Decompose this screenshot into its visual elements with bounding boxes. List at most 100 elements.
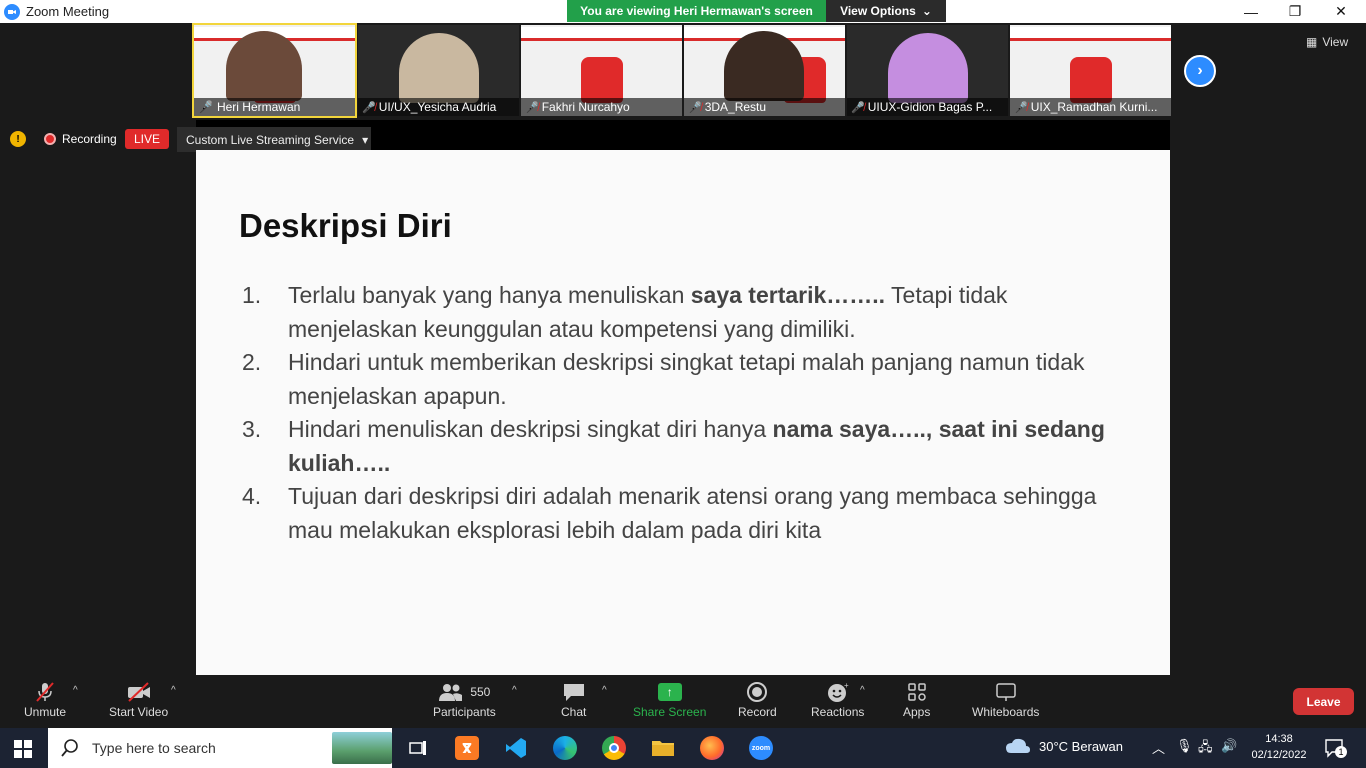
chevron-down-icon: ⌄ xyxy=(921,4,932,18)
restore-button[interactable]: ❐ xyxy=(1272,0,1318,23)
shared-slide: Deskripsi Diri 1. Terlalu banyak yang ha… xyxy=(196,150,1170,675)
start-video-button[interactable]: Start Video xyxy=(109,679,168,719)
system-clock[interactable]: 14:38 02/12/2022 xyxy=(1249,731,1309,763)
participant-tile[interactable]: 🎤̸ Fakhri Nurcahyo xyxy=(521,25,682,116)
chat-icon xyxy=(562,679,586,705)
mic-muted-icon: 🎤̸ xyxy=(1014,101,1028,114)
participant-name: 🎤̸ Fakhri Nurcahyo xyxy=(521,98,682,116)
participant-name: 🎤̸ 3DA_Restu xyxy=(684,98,845,116)
list-item: 4. Tujuan dari deskripsi diri adalah men… xyxy=(242,483,1097,543)
video-options-caret[interactable]: ^ xyxy=(171,685,176,696)
participant-tile[interactable]: 🎤̸ UIX_Ramadhan Kurni... xyxy=(1010,25,1171,116)
viewing-banner: You are viewing Heri Hermawan's screen xyxy=(567,0,826,22)
list-item: 1. Terlalu banyak yang hanya menuliskan … xyxy=(242,282,1008,342)
participant-video xyxy=(398,33,479,103)
network-icon[interactable]: 🖧 xyxy=(1198,738,1213,760)
participants-caret[interactable]: ^ xyxy=(512,685,517,696)
view-options-button[interactable]: View Options ⌄ xyxy=(826,0,946,22)
participant-gallery: 🎤 Heri Hermawan 🎤̸ UI/UX_Yesicha Audria … xyxy=(0,23,1366,120)
record-icon xyxy=(746,679,768,705)
zoom-logo-icon xyxy=(4,3,20,20)
microphone-icon[interactable]: 🎙 xyxy=(1176,738,1193,754)
chair-image xyxy=(581,57,623,103)
participant-video xyxy=(226,31,302,101)
meeting-toolbar: Unmute ^ Start Video ^ 550 Participants … xyxy=(0,675,1366,728)
share-screen-button[interactable]: ↑ Share Screen xyxy=(633,679,706,719)
firefox-icon[interactable] xyxy=(698,734,726,762)
audio-options-caret[interactable]: ^ xyxy=(73,685,78,696)
stream-service-dropdown[interactable]: Custom Live Streaming Service ▾ xyxy=(177,127,371,152)
recording-indicator[interactable]: Recording xyxy=(44,132,117,146)
record-dot-icon xyxy=(44,133,56,145)
title-bar: Zoom Meeting You are viewing Heri Hermaw… xyxy=(0,0,1366,23)
mic-muted-icon: 🎤̸ xyxy=(688,101,702,114)
slide-title: Deskripsi Diri xyxy=(239,207,452,244)
participants-button[interactable]: 550 Participants xyxy=(433,679,496,719)
view-button[interactable]: ▦ View xyxy=(1306,35,1348,49)
search-highlight-image xyxy=(332,732,392,764)
mic-muted-icon: 🎤̸ xyxy=(525,101,539,114)
participant-tile[interactable]: 🎤 Heri Hermawan xyxy=(192,23,357,118)
task-view-icon[interactable] xyxy=(404,734,432,762)
participant-tile[interactable]: 🎤̸ 3DA_Restu xyxy=(684,25,845,116)
notification-center-icon[interactable]: 1 xyxy=(1324,738,1347,763)
whiteboards-button[interactable]: Whiteboards xyxy=(972,679,1039,719)
chevron-up-icon[interactable]: ︿ xyxy=(1152,738,1165,757)
svg-text:+: + xyxy=(844,681,849,690)
participant-name: 🎤̸ UIUX-Gidion Bagas P... xyxy=(847,98,1008,116)
mic-muted-icon xyxy=(34,679,56,705)
participant-video xyxy=(887,33,968,103)
chair-image xyxy=(1070,57,1112,103)
chat-button[interactable]: Chat xyxy=(561,679,586,719)
chevron-right-icon: › xyxy=(1197,62,1203,79)
chat-caret[interactable]: ^ xyxy=(602,685,607,696)
weather-widget[interactable]: 30°C Berawan xyxy=(1005,737,1123,755)
participant-name: 🎤̸ UIX_Ramadhan Kurni... xyxy=(1010,98,1171,116)
live-badge[interactable]: LIVE xyxy=(125,129,169,149)
next-page-button[interactable]: › xyxy=(1184,55,1216,87)
participant-tile[interactable]: 🎤̸ UIUX-Gidion Bagas P... xyxy=(847,25,1008,116)
mic-muted-icon: 🎤̸ xyxy=(362,101,376,114)
list-item: 3. Hindari menuliskan deskripsi singkat … xyxy=(242,416,1105,476)
record-button[interactable]: Record xyxy=(738,679,777,719)
xampp-icon[interactable]: ⴳ xyxy=(453,734,481,762)
smiley-icon: + xyxy=(826,679,850,705)
taskbar-search-box[interactable]: Type here to search xyxy=(48,728,392,768)
volume-icon[interactable]: 🔊 xyxy=(1221,738,1237,754)
close-button[interactable]: ✕ xyxy=(1318,0,1364,23)
whiteboard-icon xyxy=(994,679,1018,705)
slide-list: 1. Terlalu banyak yang hanya menuliskan … xyxy=(242,279,1132,547)
leave-button[interactable]: Leave xyxy=(1293,688,1354,715)
windows-taskbar: Type here to search ⴳ zoom 30°C Berawan … xyxy=(0,728,1366,768)
participant-tile[interactable]: 🎤̸ UI/UX_Yesicha Audria xyxy=(358,25,519,116)
zoom-app-icon[interactable]: zoom xyxy=(747,734,775,762)
list-item: 2. Hindari untuk memberikan deskripsi si… xyxy=(242,349,1085,409)
window-title: Zoom Meeting xyxy=(26,4,110,19)
share-arrow-icon: ↑ xyxy=(657,683,682,701)
reactions-button[interactable]: + Reactions xyxy=(811,679,864,719)
chrome-icon[interactable] xyxy=(600,734,628,762)
apps-icon xyxy=(906,679,928,705)
mic-muted-icon: 🎤̸ xyxy=(851,101,865,114)
cloud-icon xyxy=(1006,738,1030,753)
apps-button[interactable]: Apps xyxy=(903,679,930,719)
participant-name: 🎤 Heri Hermawan xyxy=(194,98,355,116)
reactions-caret[interactable]: ^ xyxy=(860,685,865,696)
participants-count: 550 xyxy=(470,685,491,699)
participant-video xyxy=(724,31,804,101)
edge-icon[interactable] xyxy=(551,734,579,762)
participants-icon xyxy=(439,684,463,701)
notification-count-badge: 1 xyxy=(1335,746,1347,758)
security-shield-icon[interactable]: ! xyxy=(10,131,26,147)
participant-name: 🎤̸ UI/UX_Yesicha Audria xyxy=(358,98,519,116)
caret-down-icon: ▾ xyxy=(362,132,369,147)
minimize-button[interactable]: — xyxy=(1228,0,1274,23)
vscode-icon[interactable] xyxy=(502,734,530,762)
mic-icon: 🎤 xyxy=(198,100,213,114)
view-options-label: View Options xyxy=(840,4,916,18)
grid-icon: ▦ xyxy=(1306,35,1318,49)
windows-start-icon[interactable] xyxy=(14,740,32,758)
video-off-icon xyxy=(126,679,152,705)
file-explorer-icon[interactable] xyxy=(649,734,677,762)
unmute-button[interactable]: Unmute xyxy=(24,679,66,719)
